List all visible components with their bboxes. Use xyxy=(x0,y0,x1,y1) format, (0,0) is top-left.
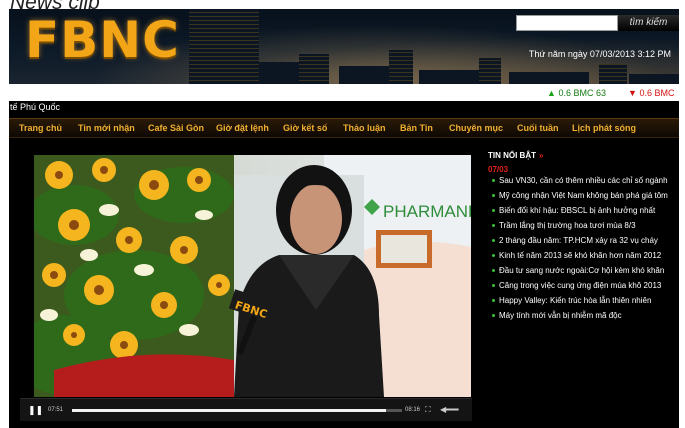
nav-item-cafe-sai-gon[interactable]: Cafe Sài Gòn xyxy=(148,119,204,137)
news-list: Sau VN30, cần có thêm nhiều các chỉ số n… xyxy=(488,176,673,321)
player-controls: ❚❚ 07:51 08:16 ⛶ ◀▪▪▪▪▪▪▪ xyxy=(20,398,472,421)
ticker-down-value: 0.6 xyxy=(639,88,652,98)
bullet-icon xyxy=(492,299,495,302)
search-input[interactable] xyxy=(516,15,618,31)
ticker-down-label: BMC xyxy=(654,88,675,98)
elapsed-time: 07:51 xyxy=(48,407,64,413)
news-item[interactable]: Căng trong việc cung ứng điện mùa khô 20… xyxy=(488,281,673,291)
bullet-icon xyxy=(492,209,495,212)
nav-item-trang-chu[interactable]: Trang chủ xyxy=(19,119,62,137)
site-banner: FBNC tìm kiếm Thứ năm ngày 07/03/2013 3:… xyxy=(9,9,679,84)
double-chevron-icon: » xyxy=(539,151,544,160)
fullscreen-icon[interactable]: ⛶ xyxy=(425,399,431,421)
news-item[interactable]: 2 tháng đầu năm: TP.HCM xảy ra 32 vụ chá… xyxy=(488,236,673,246)
nav-item-ban-tin[interactable]: Bản Tin xyxy=(400,119,433,137)
video-player[interactable]: PHARMANE FBNC xyxy=(34,155,471,397)
arrow-down-icon: ▼ xyxy=(628,88,637,98)
fbnc-logo[interactable]: FBNC xyxy=(25,11,180,69)
breadcrumb[interactable]: tế Phú Quốc xyxy=(10,102,60,112)
ticker-up-label: BMC 63 xyxy=(573,88,606,98)
duration-time: 08:16 xyxy=(405,407,421,413)
bullet-icon xyxy=(492,239,495,242)
bullet-icon xyxy=(492,194,495,197)
news-item[interactable]: Đầu tư sang nước ngoài:Cơ hội kèm khó kh… xyxy=(488,266,673,276)
news-date: 07/03 xyxy=(488,165,509,174)
bullet-icon xyxy=(492,269,495,272)
featured-news-title[interactable]: TIN NỔI BẬT» xyxy=(488,151,673,160)
search-button[interactable]: tìm kiếm xyxy=(618,15,679,31)
ticker-down: ▼ 0.6 BMC xyxy=(628,87,674,99)
nav-item-gio-dat-lenh[interactable]: Giờ đặt lệnh xyxy=(216,119,269,137)
bullet-icon xyxy=(492,179,495,182)
news-item[interactable]: Kinh tế năm 2013 sẽ khó khăn hơn năm 201… xyxy=(488,251,673,261)
seek-bar[interactable] xyxy=(72,409,402,412)
video-frame: PHARMANE FBNC xyxy=(34,155,471,397)
ticker-up: ▲ 0.6 BMC 63 xyxy=(547,87,606,99)
news-item[interactable]: Biến đổi khí hậu: ĐBSCL bị ảnh hưởng nhấ… xyxy=(488,206,673,216)
nav-item-tin-moi-nhan[interactable]: Tin mới nhận xyxy=(78,119,135,137)
nav-item-thao-luan[interactable]: Thảo luận xyxy=(343,119,386,137)
sponsor-logo-text: PHARMANE xyxy=(383,202,471,221)
bullet-icon xyxy=(492,314,495,317)
news-item[interactable]: Happy Valley: Kiến trúc hòa lẫn thiên nh… xyxy=(488,296,673,306)
news-item[interactable]: Máy tính mới vẫn bị nhiễm mã độc xyxy=(488,311,673,321)
pause-icon[interactable]: ❚❚ xyxy=(28,399,43,421)
seek-progress xyxy=(72,409,386,412)
news-item[interactable]: Trầm lắng thị trường hoa tươi mùa 8/3 xyxy=(488,221,673,231)
nav-item-gio-ket-so[interactable]: Giờ kết số xyxy=(283,119,327,137)
news-item[interactable]: Mỹ công nhận Việt Nam không bán phá giá … xyxy=(488,191,673,201)
volume-icon[interactable]: ◀▪▪▪▪▪▪▪ xyxy=(440,399,459,421)
ticker-up-value: 0.6 xyxy=(558,88,571,98)
nav-item-chuyen-muc[interactable]: Chuyên mục xyxy=(449,119,503,137)
bullet-icon xyxy=(492,254,495,257)
nav-item-cuoi-tuan[interactable]: Cuối tuần xyxy=(517,119,559,137)
news-item[interactable]: Sau VN30, cần có thêm nhiều các chỉ số n… xyxy=(488,176,673,186)
bullet-icon xyxy=(492,284,495,287)
bullet-icon xyxy=(492,224,495,227)
main-nav: Trang chủ Tin mới nhận Cafe Sài Gòn Giờ … xyxy=(9,118,679,138)
arrow-up-icon: ▲ xyxy=(547,88,556,98)
featured-news-panel: TIN NỔI BẬT» 07/03 Sau VN30, cần có thêm… xyxy=(488,151,673,326)
nav-item-lich-phat-song[interactable]: Lịch phát sóng xyxy=(572,119,636,137)
current-datetime: Thứ năm ngày 07/03/2013 3:12 PM xyxy=(528,49,671,59)
